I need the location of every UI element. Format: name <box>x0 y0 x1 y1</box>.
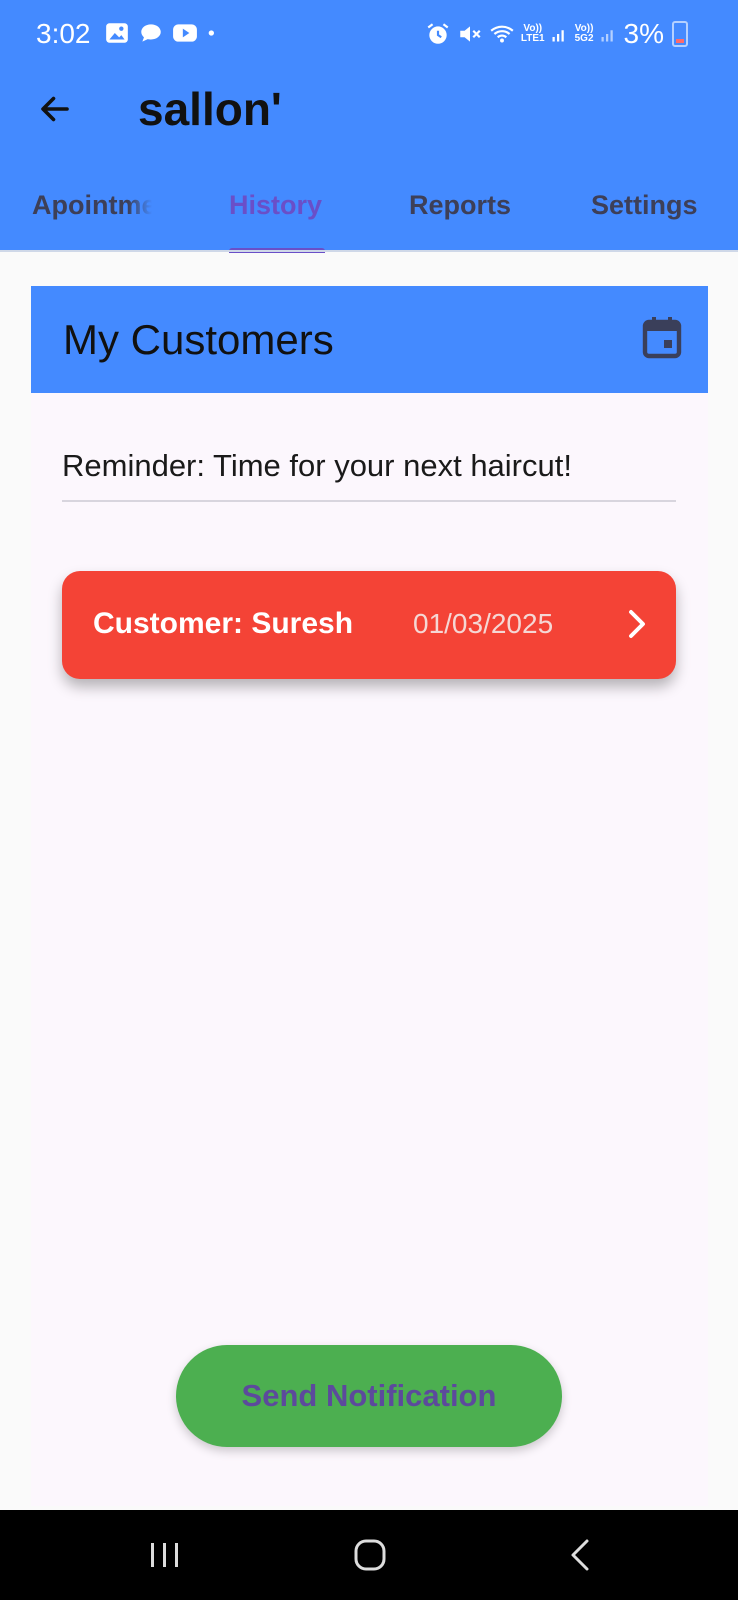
arrow-back-icon <box>41 96 69 122</box>
reminder-underline <box>62 500 676 502</box>
tab-divider <box>0 250 738 252</box>
send-notification-button[interactable]: Send Notification <box>176 1345 562 1447</box>
mute-icon <box>460 26 481 42</box>
dot-icon <box>208 30 214 36</box>
recent-apps-button[interactable] <box>105 1510 225 1600</box>
send-notification-label: Send Notification <box>241 1378 497 1413</box>
signal-icon <box>552 30 564 42</box>
customer-name: Customer: Suresh <box>93 607 354 640</box>
customer-date: 01/03/2025 <box>413 608 554 639</box>
wifi-icon <box>490 25 514 43</box>
back-chevron-icon <box>571 1539 589 1571</box>
system-back-button[interactable] <box>520 1510 640 1600</box>
tab-reports[interactable]: Reports <box>409 190 511 221</box>
battery-level: 3% <box>623 18 664 49</box>
lte-label: Vo)) LTE1 <box>520 23 545 44</box>
section-title: My Customers <box>63 316 334 363</box>
reminder-input[interactable]: Reminder: Time for your next haircut! <box>62 448 676 484</box>
system-nav-bar <box>0 1510 738 1600</box>
tab-bar: Apointments History Reports Settings <box>0 176 738 253</box>
5g-label: Vo)) 5G2 <box>574 23 594 44</box>
notification-icons <box>104 20 222 46</box>
chat-icon <box>141 24 161 42</box>
alarm-icon <box>427 23 449 44</box>
tab-settings[interactable]: Settings <box>591 190 698 221</box>
app-bar: 3:02 Vo)) LTE1 Vo)) 5G2 3% sallon' Apointm… <box>0 0 738 253</box>
recent-apps-icon <box>151 1543 178 1567</box>
calendar-icon <box>642 317 682 359</box>
tab-appointments[interactable]: Apointments <box>32 190 152 221</box>
status-bar: 3:02 Vo)) LTE1 Vo)) 5G2 3% <box>0 0 738 70</box>
youtube-icon <box>173 24 197 42</box>
app-title: sallon' <box>138 83 282 135</box>
gallery-icon <box>106 23 128 43</box>
system-status-icons: Vo)) LTE1 Vo)) 5G2 3% <box>425 18 688 50</box>
calendar-button[interactable] <box>642 316 682 360</box>
signal-icon <box>601 30 613 42</box>
section-header: My Customers <box>31 286 708 393</box>
home-button[interactable] <box>310 1510 430 1600</box>
customer-card[interactable]: Customer: Suresh 01/03/2025 <box>62 571 676 679</box>
tab-history[interactable]: History <box>229 190 322 221</box>
home-icon <box>354 1539 386 1571</box>
back-button[interactable] <box>30 84 80 134</box>
status-time: 3:02 <box>36 18 91 49</box>
chevron-right-icon <box>629 610 645 638</box>
battery-icon <box>672 21 688 47</box>
